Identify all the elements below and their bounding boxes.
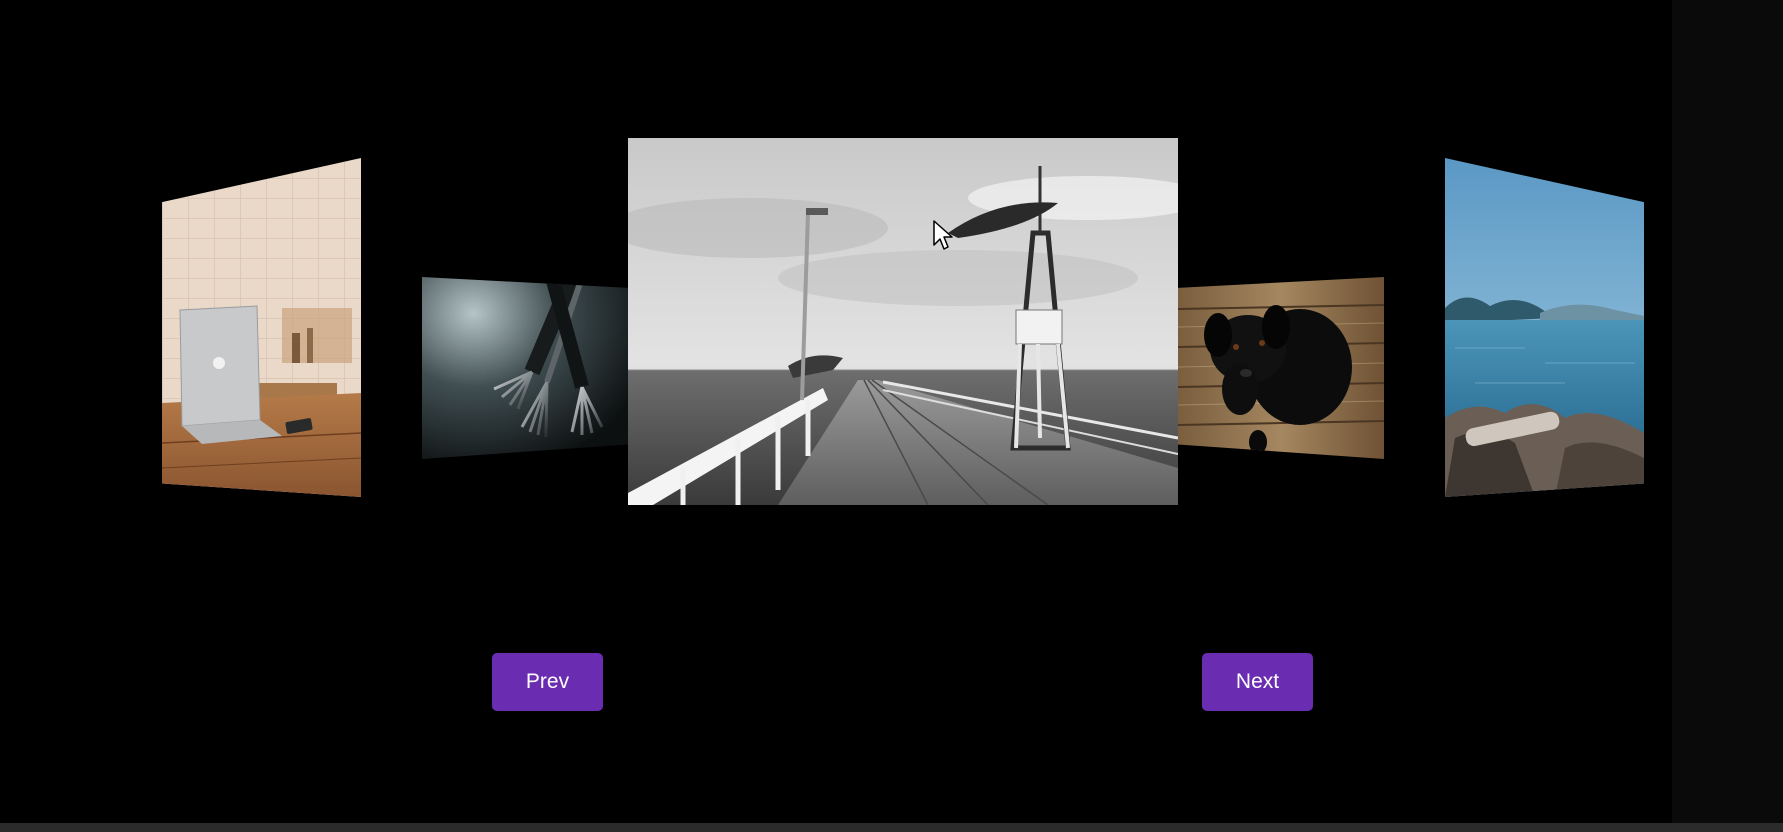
carousel-slide-pier[interactable]: [628, 138, 1178, 505]
carousel-slide-forks[interactable]: [422, 277, 628, 459]
next-button[interactable]: Next: [1202, 653, 1313, 711]
carousel-slide-dog[interactable]: [1178, 277, 1384, 459]
prev-button[interactable]: Prev: [492, 653, 603, 711]
page-viewport: Prev Next: [0, 0, 1672, 823]
dog-image: [1178, 277, 1384, 459]
mouse-pointer-icon: [933, 220, 953, 250]
carousel-slide-sea[interactable]: [1445, 158, 1644, 497]
carousel-stage: [0, 0, 1672, 823]
pier-image: [628, 138, 1178, 505]
carousel-slide-laptop[interactable]: [162, 158, 361, 497]
bottom-bar: [0, 823, 1783, 832]
scrollbar-gutter: [1672, 0, 1783, 823]
forks-image: [422, 277, 628, 459]
sea-image: [1445, 158, 1644, 497]
laptop-image: [162, 158, 361, 497]
